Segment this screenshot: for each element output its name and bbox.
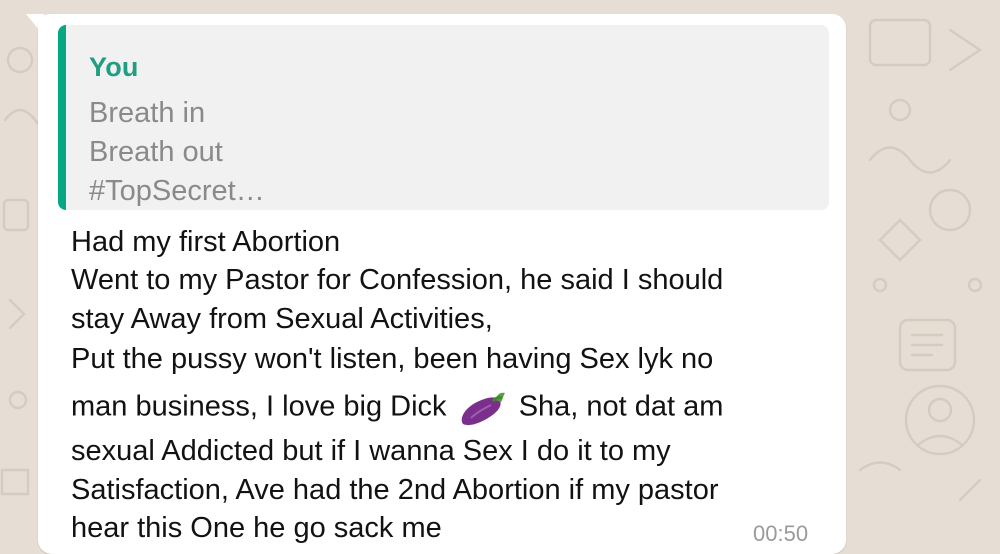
message-line-8: hear this One he go sack me	[71, 512, 442, 544]
message-line-4: Put the pussy won't listen, been having …	[71, 343, 714, 375]
message-line-1: Had my first Abortion	[71, 226, 341, 258]
message-line-7: Satisfaction, Ave had the 2nd Abortion i…	[71, 474, 719, 506]
quote-accent-bar	[58, 25, 66, 210]
message-line-2: Went to my Pastor for Confession, he sai…	[71, 264, 724, 296]
message-line-5-start: man business, I love big Dick	[71, 390, 447, 423]
quoted-message[interactable]: You Breath in Breath out #TopSecret…	[58, 25, 829, 210]
message-line-3: stay Away from Sexual Activities,	[71, 303, 493, 335]
message-bubble[interactable]: You Breath in Breath out #TopSecret… Had…	[38, 14, 846, 554]
message-line-5: man business, I love big Dick Sha, not d…	[71, 388, 723, 428]
eggplant-emoji-icon	[461, 392, 505, 426]
quoted-line-2: Breath out	[89, 136, 223, 168]
quoted-line-3: #TopSecret…	[89, 175, 265, 207]
quoted-author: You	[89, 52, 139, 82]
message-line-6: sexual Addicted but if I wanna Sex I do …	[71, 435, 671, 467]
message-timestamp: 00:50	[753, 521, 809, 546]
quoted-line-1: Breath in	[89, 97, 206, 129]
message-line-5-end: Sha, not dat am	[518, 390, 724, 423]
